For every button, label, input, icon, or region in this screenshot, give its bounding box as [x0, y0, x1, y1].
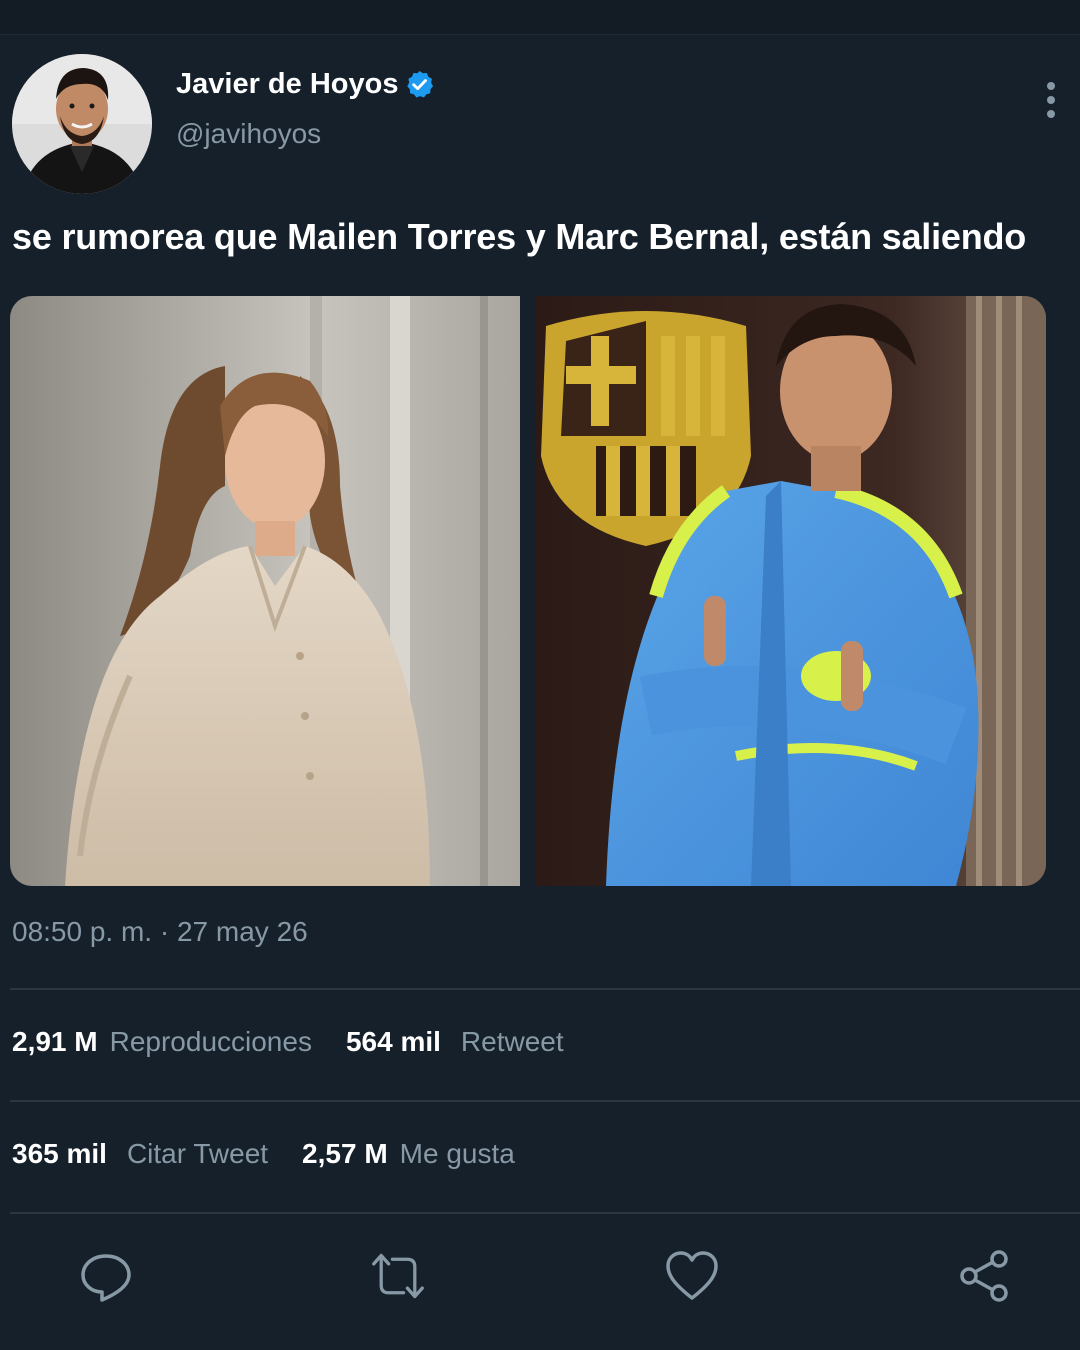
views-stat[interactable]: 2,91 M Reproducciones: [12, 1026, 312, 1058]
quotes-count: 365 mil: [12, 1138, 107, 1169]
reply-icon[interactable]: [78, 1248, 134, 1304]
tweet-header: Javier de Hoyos @javihoyos: [0, 50, 1080, 200]
divider: [10, 1212, 1080, 1214]
like-icon[interactable]: [664, 1248, 720, 1304]
retweet-icon[interactable]: [370, 1248, 426, 1304]
likes-count: 2,57 M: [302, 1138, 388, 1169]
views-count: 2,91 M: [12, 1026, 98, 1057]
author-handle[interactable]: @javihoyos: [176, 118, 321, 150]
views-label: Reproducciones: [109, 1026, 312, 1057]
quotes-stat[interactable]: 365 mil Citar Tweet: [12, 1138, 268, 1170]
author-display-name[interactable]: Javier de Hoyos: [176, 68, 398, 101]
retweets-label: Retweet: [460, 1026, 564, 1057]
tweet-text: se rumorea que Mailen Torres y Marc Bern…: [12, 216, 1027, 257]
more-options-icon[interactable]: [1042, 80, 1060, 120]
likes-stat[interactable]: 2,57 M Me gusta: [302, 1138, 515, 1170]
share-icon[interactable]: [956, 1248, 1012, 1304]
divider: [10, 988, 1080, 990]
media-image-right[interactable]: [536, 296, 1046, 886]
tweet-media: [10, 296, 1046, 886]
top-bar: [0, 0, 1080, 35]
retweets-count: 564 mil: [345, 1026, 441, 1057]
verified-badge-icon: [404, 69, 435, 100]
retweets-stat[interactable]: 564 mil Retweet: [346, 1026, 564, 1058]
divider: [10, 1100, 1080, 1102]
tweet-timestamp[interactable]: 08:50 p. m. · 27 may 26: [12, 916, 308, 948]
action-bar: [0, 1238, 1080, 1318]
stats-row-1: 2,91 M Reproducciones 564 mil Retweet: [12, 1026, 564, 1058]
media-image-left[interactable]: [10, 296, 520, 886]
likes-label: Me gusta: [399, 1138, 515, 1169]
avatar[interactable]: [12, 54, 152, 194]
stats-row-2: 365 mil Citar Tweet 2,57 M Me gusta: [12, 1138, 515, 1170]
quotes-label: Citar Tweet: [126, 1138, 269, 1169]
